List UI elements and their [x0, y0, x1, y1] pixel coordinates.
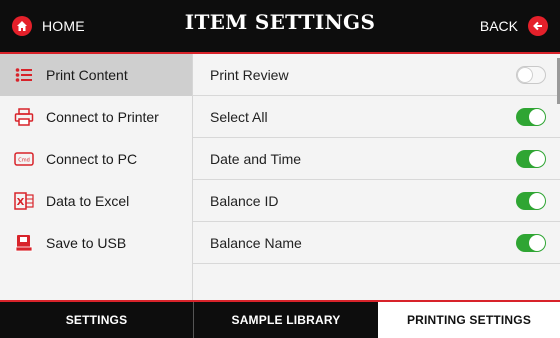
tab-settings[interactable]: SETTINGS	[0, 302, 193, 338]
setting-label: Balance Name	[210, 234, 302, 251]
sidebar-item-connect-printer[interactable]: Connect to Printer	[0, 96, 192, 138]
sidebar-item-label: Data to Excel	[46, 193, 130, 209]
toggle-knob	[529, 234, 545, 251]
setting-row-balance-id: Balance ID	[193, 180, 560, 222]
tab-sample-library[interactable]: SAMPLE LIBRARY	[193, 302, 378, 338]
sidebar-item-label: Connect to PC	[46, 151, 138, 167]
svg-text:X: X	[17, 197, 25, 208]
date-time-toggle[interactable]	[516, 149, 546, 168]
balance-name-toggle[interactable]	[516, 233, 546, 252]
setting-row-select-all: Select All	[193, 96, 560, 138]
setting-label: Date and Time	[210, 150, 302, 167]
usb-save-icon	[14, 233, 34, 253]
toggle-knob	[529, 108, 545, 125]
toggle-knob	[517, 66, 533, 83]
back-label: BACK	[479, 18, 518, 34]
print-review-toggle[interactable]	[516, 65, 546, 84]
setting-label: Balance ID	[210, 192, 279, 209]
svg-text:Cmd: Cmd	[18, 158, 30, 164]
toggle-knob	[529, 150, 545, 167]
settings-list: Print Review Select All Date and Time Ba…	[193, 54, 560, 300]
sidebar-item-label: Save to USB	[46, 235, 127, 251]
back-arrow-icon	[528, 16, 548, 36]
sidebar-item-save-usb[interactable]: Save to USB	[0, 222, 192, 264]
printer-icon	[14, 107, 34, 127]
setting-label: Select All	[210, 108, 268, 125]
balance-id-toggle[interactable]	[516, 191, 546, 210]
excel-icon: X	[14, 191, 34, 211]
sidebar-item-label: Print Content	[46, 67, 128, 83]
toggle-knob	[529, 192, 545, 209]
setting-row-date-time: Date and Time	[193, 138, 560, 180]
top-bar: HOME ITEM SETTINGS BACK	[0, 0, 560, 52]
bottom-tab-bar: SETTINGS SAMPLE LIBRARY PRINTING SETTING…	[0, 302, 560, 338]
setting-row-print-review: Print Review	[193, 54, 560, 96]
tab-printing-settings[interactable]: PRINTING SETTINGS	[378, 302, 560, 338]
sidebar-item-label: Connect to Printer	[46, 109, 159, 125]
sidebar-item-connect-pc[interactable]: Cmd Connect to PC	[0, 138, 192, 180]
setting-label: Print Review	[210, 66, 289, 83]
sidebar: Print Content Connect to Printer Cmd Con…	[0, 54, 193, 300]
select-all-toggle[interactable]	[516, 107, 546, 126]
list-icon	[14, 65, 34, 85]
cmd-icon: Cmd	[14, 149, 34, 169]
back-button[interactable]: BACK	[480, 12, 548, 40]
sidebar-item-print-content[interactable]: Print Content	[0, 54, 192, 96]
setting-row-balance-name: Balance Name	[193, 222, 560, 264]
sidebar-item-data-excel[interactable]: X Data to Excel	[0, 180, 192, 222]
page-title: ITEM SETTINGS	[184, 10, 376, 34]
